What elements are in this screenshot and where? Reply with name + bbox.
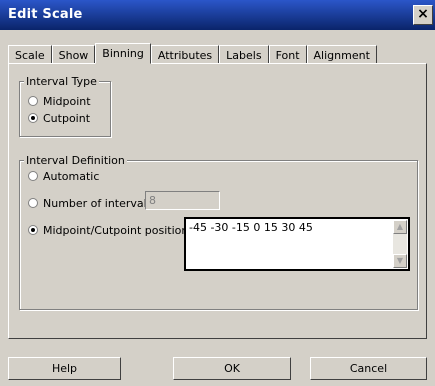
tab-alignment[interactable]: Alignment xyxy=(306,45,377,64)
tab-show[interactable]: Show xyxy=(51,45,96,64)
title-bar: Edit Scale × xyxy=(0,0,435,30)
scroll-up-icon[interactable]: ▲ xyxy=(393,220,407,234)
midpoint-radio[interactable] xyxy=(28,96,38,106)
close-icon: × xyxy=(417,6,429,22)
number-of-intervals-label: Number of intervals: xyxy=(43,196,157,210)
cutpoint-radio-option[interactable]: Cutpoint xyxy=(28,111,90,125)
ok-button[interactable]: OK xyxy=(173,357,291,380)
tab-attributes[interactable]: Attributes xyxy=(150,45,220,64)
positions-radio[interactable] xyxy=(28,225,38,235)
midpoint-radio-option[interactable]: Midpoint xyxy=(28,94,91,108)
binning-tab-panel: Interval Type Midpoint Cutpoint Interval… xyxy=(8,63,427,339)
tab-labels[interactable]: Labels xyxy=(219,45,269,64)
cancel-button[interactable]: Cancel xyxy=(310,357,427,380)
interval-definition-group: Interval Definition Automatic Number of … xyxy=(19,154,418,310)
automatic-radio-option[interactable]: Automatic xyxy=(28,169,99,183)
number-of-intervals-radio[interactable] xyxy=(28,198,38,208)
positions-value: -45 -30 -15 0 15 30 45 xyxy=(189,221,313,234)
tab-binning[interactable]: Binning xyxy=(95,43,151,64)
tab-strip: Scale Show Binning Attributes Labels Fon… xyxy=(8,43,377,64)
cutpoint-radio[interactable] xyxy=(28,113,38,123)
window-title: Edit Scale xyxy=(8,7,83,22)
number-of-intervals-field[interactable]: 8 xyxy=(145,191,220,210)
interval-type-group: Interval Type Midpoint Cutpoint xyxy=(19,75,111,137)
dialog-client-area: Scale Show Binning Attributes Labels Fon… xyxy=(0,30,435,386)
interval-type-legend: Interval Type xyxy=(24,75,99,88)
number-of-intervals-radio-option[interactable]: Number of intervals: xyxy=(28,196,156,210)
midpoint-label: Midpoint xyxy=(43,94,91,108)
positions-textarea[interactable]: -45 -30 -15 0 15 30 45 ▲ ▼ xyxy=(184,217,410,271)
scroll-down-icon[interactable]: ▼ xyxy=(393,254,407,268)
positions-label: Midpoint/Cutpoint positions: xyxy=(43,223,198,237)
tab-scale[interactable]: Scale xyxy=(8,45,52,64)
close-button[interactable]: × xyxy=(413,5,433,25)
help-button[interactable]: Help xyxy=(8,357,121,380)
positions-scrollbar[interactable]: ▲ ▼ xyxy=(393,220,407,268)
automatic-radio[interactable] xyxy=(28,171,38,181)
tab-font[interactable]: Font xyxy=(268,45,307,64)
automatic-label: Automatic xyxy=(43,169,100,183)
positions-radio-option[interactable]: Midpoint/Cutpoint positions: xyxy=(28,223,198,237)
interval-definition-legend: Interval Definition xyxy=(24,154,127,167)
cutpoint-label: Cutpoint xyxy=(43,111,91,125)
